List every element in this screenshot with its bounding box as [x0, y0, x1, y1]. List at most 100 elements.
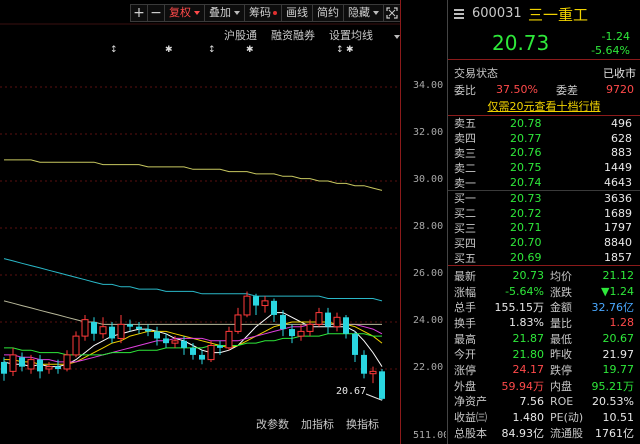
chart-subbar: 沪股通 融资融券 设置均线 [224, 27, 428, 43]
bid-price: 20.69 [510, 251, 542, 265]
candle-body [234, 314, 242, 332]
level10-upgrade-link[interactable]: 仅需20元查看十档行情 [448, 98, 640, 116]
kline-chart-panel[interactable]: ↕ ✱ ↕ ✱ ↕ ✱ + − 复权 叠加 筹码 画线 简约 隐藏 沪股通 融资… [0, 0, 446, 444]
price-tick: 24.00 [413, 315, 444, 326]
candle[interactable] [261, 296, 269, 313]
bid-row[interactable]: 买二 20.72 1689 [448, 206, 640, 221]
candle[interactable] [379, 369, 385, 401]
menu-icon[interactable] [454, 9, 464, 21]
candle[interactable] [315, 307, 323, 327]
event-marker-icon[interactable]: ✱ [346, 45, 354, 55]
candle[interactable] [1, 357, 7, 381]
fullscreen-button[interactable] [383, 4, 401, 22]
bid-row[interactable]: 买四 20.70 8840 [448, 235, 640, 250]
candle[interactable] [91, 317, 97, 341]
candle[interactable] [127, 319, 133, 332]
candle[interactable] [243, 291, 251, 318]
stat-value: 1.28 [609, 316, 635, 330]
candle[interactable] [19, 352, 25, 372]
ask-row[interactable]: 卖三 20.76 883 [448, 146, 640, 161]
stat-label: 涨幅 [454, 285, 476, 299]
fullscreen-icon [386, 7, 398, 19]
quote-panel: 600031 三一重工 20.73 -1.24 -5.64% 交易状态 已收市 … [447, 0, 640, 444]
restore-right-button[interactable]: 复权 [164, 4, 205, 22]
candle-body [136, 326, 142, 330]
edit-params-button[interactable]: 改参数 [256, 416, 289, 432]
event-marker-icon[interactable]: ✱ [246, 45, 254, 55]
candle[interactable] [109, 322, 115, 344]
zoom-in-button[interactable]: + [130, 4, 148, 22]
zoom-out-button[interactable]: − [147, 4, 165, 22]
stat-label: 总股本 [454, 426, 487, 440]
stat-value: 21.97 [602, 347, 635, 361]
candle[interactable] [117, 314, 125, 344]
candle[interactable] [37, 354, 43, 379]
candle[interactable] [190, 343, 196, 360]
bid-row[interactable]: 买五 20.69 1857 [448, 250, 640, 265]
event-marker-icon[interactable]: ↕ [208, 45, 216, 55]
bid-row[interactable]: 买一 20.73 3636 [448, 191, 640, 206]
candle-body [325, 312, 331, 327]
margin-trading-link[interactable]: 融资融券 [271, 27, 315, 43]
candle[interactable] [361, 350, 367, 379]
hsgt-link[interactable]: 沪股通 [224, 27, 257, 43]
candle[interactable] [9, 347, 17, 377]
ask-row[interactable]: 卖二 20.75 1449 [448, 160, 640, 175]
stat-row: 今开 21.80 昨收 21.97 [448, 346, 640, 362]
candle[interactable] [325, 307, 331, 334]
ask-row[interactable]: 卖四 20.77 628 [448, 131, 640, 146]
hide-button[interactable]: 隐藏 [343, 4, 384, 22]
ask-row[interactable]: 卖一 20.74 4643 [448, 175, 640, 190]
candle[interactable] [136, 322, 142, 334]
candle-body [109, 326, 115, 339]
chevron-down-icon [373, 11, 379, 15]
bid-row[interactable]: 买三 20.71 1797 [448, 221, 640, 236]
candle[interactable] [63, 350, 71, 372]
stat-label: 金额 [550, 301, 572, 315]
candle[interactable] [154, 326, 160, 346]
candle[interactable] [343, 314, 349, 339]
candle-body [190, 347, 196, 355]
volume-axis-label: 511.00 [413, 430, 446, 441]
candle[interactable] [253, 293, 259, 315]
hide-label: 隐藏 [348, 6, 370, 19]
candle-body [63, 354, 71, 370]
ask-label: 卖二 [454, 161, 476, 175]
drawing-button[interactable]: 画线 [281, 4, 313, 22]
candle[interactable] [352, 331, 358, 362]
candle[interactable] [99, 317, 107, 339]
price-change-block: -1.24 -5.64% [591, 30, 630, 58]
candle[interactable] [271, 298, 277, 323]
ask-row[interactable]: 卖五 20.78 496 [448, 116, 640, 131]
event-marker-icon[interactable]: ↕ [110, 45, 118, 55]
candle[interactable] [163, 333, 169, 348]
chevron-down-icon [393, 35, 400, 39]
add-indicator-button[interactable]: 加指标 [301, 416, 334, 432]
candle[interactable] [333, 312, 341, 332]
overlay-button[interactable]: 叠加 [204, 4, 245, 22]
candle[interactable] [81, 314, 89, 341]
bid-label: 买二 [454, 207, 476, 221]
trading-status-value: 已收市 [603, 66, 636, 80]
event-marker-icon[interactable]: ✱ [165, 45, 173, 55]
price-axis: 34.00 32.00 30.00 28.00 26.00 24.00 22.0… [400, 0, 446, 444]
stat-value: 21.87 [512, 332, 545, 346]
stat-row: 涨停 24.17 跌停 19.77 [448, 362, 640, 378]
brief-button[interactable]: 简约 [312, 4, 344, 22]
candle[interactable] [45, 361, 53, 374]
candle[interactable] [72, 331, 80, 358]
candle[interactable] [225, 326, 233, 351]
ask-volume: 883 [611, 146, 632, 160]
stat-value: 1761亿 [595, 426, 634, 440]
switch-indicator-button[interactable]: 换指标 [346, 416, 379, 432]
candle[interactable] [145, 324, 151, 337]
kline-chart[interactable]: ↕ ✱ ↕ ✱ ↕ ✱ [0, 0, 446, 444]
candle[interactable] [234, 307, 242, 334]
candle[interactable] [181, 336, 187, 355]
candle[interactable] [199, 350, 205, 365]
moving-average-line [4, 159, 383, 191]
order-diff-value: 9720 [606, 83, 634, 96]
ask-label: 卖四 [454, 132, 476, 146]
chips-button[interactable]: 筹码 [244, 4, 282, 22]
event-marker-icon[interactable]: ↕ [336, 45, 344, 55]
